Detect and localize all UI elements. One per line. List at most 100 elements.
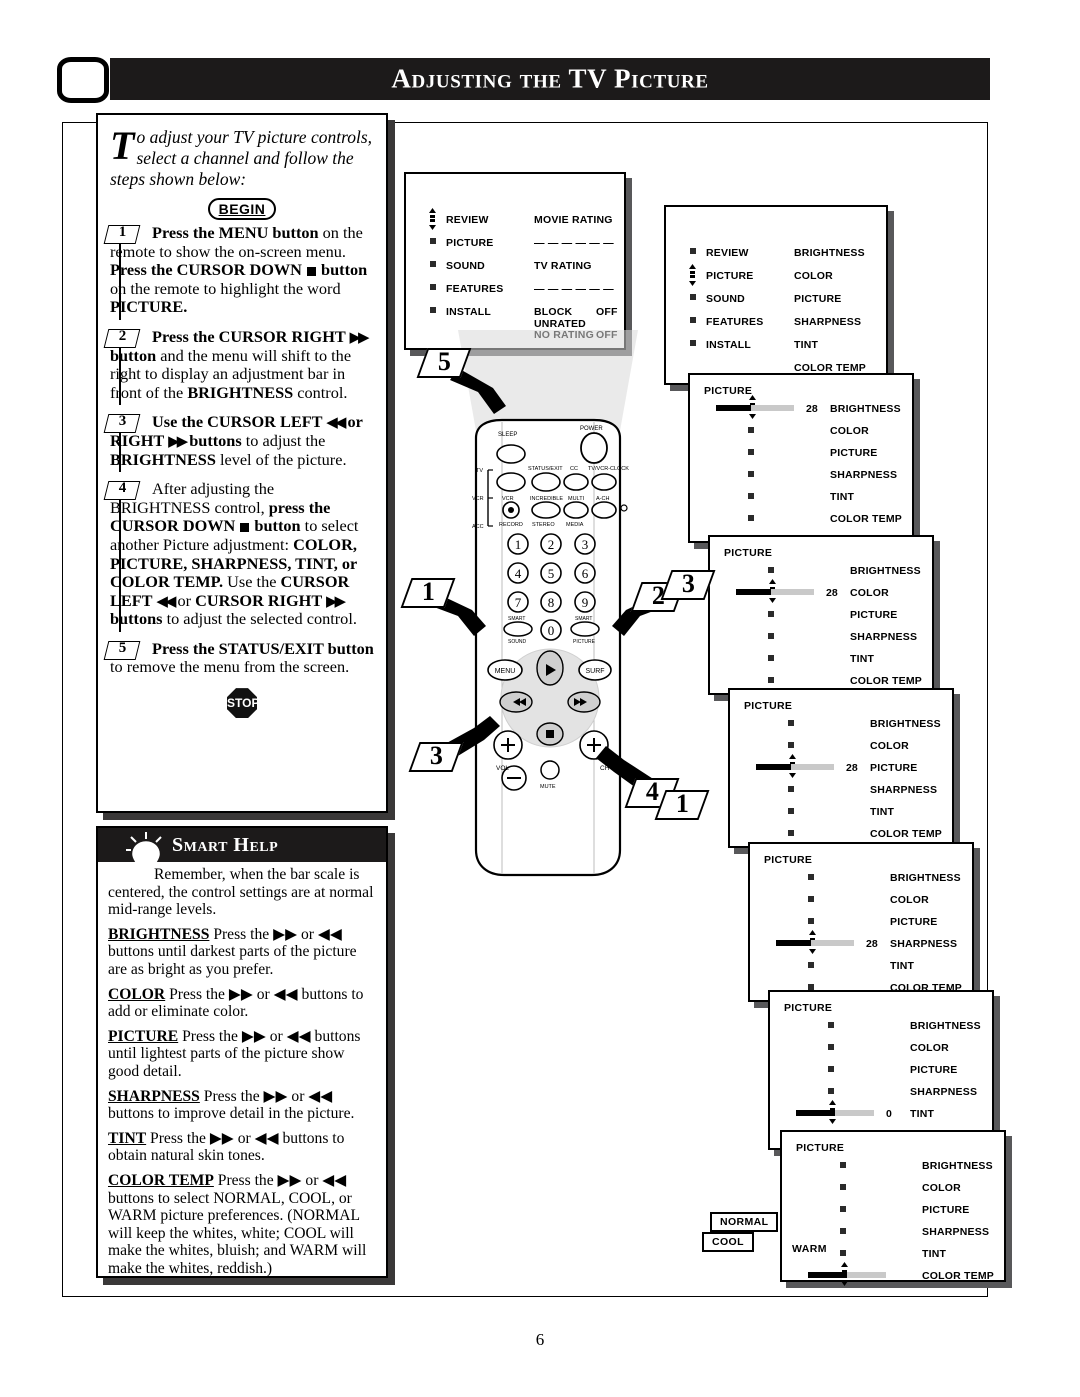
osd-bullet (690, 317, 696, 323)
osd-adjustment-item[interactable]: TINT (850, 653, 874, 665)
osd-submenu-item[interactable]: TV RATING (534, 260, 592, 272)
osd-bullet (808, 896, 814, 902)
remote-callout-3-4: 3 (408, 741, 464, 772)
osd-adjustment-item[interactable]: SHARPNESS (830, 469, 897, 481)
osd-adjustment-item[interactable]: BRIGHTNESS (922, 1160, 993, 1172)
osd-adjustment-bar[interactable] (776, 940, 854, 946)
svg-text:6: 6 (582, 566, 589, 581)
svg-text:7: 7 (515, 595, 522, 610)
osd-adjustment-value: 0 (886, 1108, 892, 1120)
osd-adjustment-item[interactable]: PICTURE (922, 1204, 970, 1216)
osd-submenu-item[interactable]: SHARPNESS (794, 316, 861, 328)
osd-adjustment-item[interactable]: PICTURE (870, 762, 918, 774)
osd-adjustment-item[interactable]: COLOR TEMP (922, 1270, 994, 1282)
osd-adjustment-item[interactable]: COLOR TEMP (850, 675, 922, 687)
osd-menu-item[interactable]: FEATURES (446, 283, 503, 295)
osd-menu-item[interactable]: SOUND (706, 293, 745, 305)
osd-adjustment-item[interactable]: SHARPNESS (922, 1226, 989, 1238)
osd-submenu-item[interactable]: MOVIE RATING (534, 214, 613, 226)
osd-adjustment-item[interactable]: TINT (830, 491, 854, 503)
osd-adjustment-bar[interactable] (716, 405, 794, 411)
osd-adjustment-item[interactable]: SHARPNESS (870, 784, 937, 796)
svg-text:9: 9 (582, 595, 589, 610)
osd-adjustment-bar[interactable] (808, 1272, 886, 1278)
callout-number: 1 (675, 789, 689, 818)
osd-bullet (788, 742, 794, 748)
osd-screen-brightness-adjust: PICTURE 28 BRIGHTNESS COLOR PICTURE SHARPNESS… (688, 373, 914, 543)
osd-adjustment-item[interactable]: COLOR TEMP (870, 828, 942, 840)
osd-submenu-item[interactable]: — — — — — — (534, 283, 614, 295)
osd-submenu-item[interactable]: BRIGHTNESS (794, 247, 865, 259)
page-title: Adjusting the TV Picture (391, 63, 709, 94)
osd-adjustment-item[interactable]: PICTURE (850, 609, 898, 621)
osd-adjustment-item[interactable]: COLOR (890, 894, 929, 906)
osd-submenu-item[interactable]: — — — — — — (534, 237, 614, 249)
osd-menu-item[interactable]: INSTALL (706, 339, 751, 351)
osd-adjustment-item[interactable]: TINT (922, 1248, 946, 1260)
osd-menu-item[interactable]: PICTURE (446, 237, 494, 249)
osd-adjustment-item[interactable]: BRIGHTNESS (850, 565, 921, 577)
osd-adjustment-item[interactable]: COLOR (922, 1182, 961, 1194)
osd-adjustment-bar[interactable] (756, 764, 834, 770)
osd-adjustment-item[interactable]: COLOR (850, 587, 889, 599)
osd-submenu-item[interactable]: PICTURE (794, 293, 842, 305)
osd-adjustment-item[interactable]: PICTURE (830, 447, 878, 459)
osd-bullet (430, 284, 436, 290)
remote-callout-1-1: 1 (400, 577, 456, 608)
svg-text:VOL: VOL (496, 765, 509, 772)
begin-label: BEGIN (207, 198, 277, 220)
osd-adjustment-item[interactable]: TINT (870, 806, 894, 818)
osd-adjustment-item[interactable]: BRIGHTNESS (890, 872, 961, 884)
osd-menu-item[interactable]: INSTALL (446, 306, 491, 318)
osd-adjustment-item[interactable]: PICTURE (910, 1064, 958, 1076)
osd-adjustment-item[interactable]: TINT (910, 1108, 934, 1120)
osd-menu-item[interactable]: FEATURES (706, 316, 763, 328)
osd-adjustment-item[interactable]: BRIGHTNESS (830, 403, 901, 415)
osd-adjustment-item[interactable]: SHARPNESS (850, 631, 917, 643)
osd-adjustment-item[interactable]: COLOR (870, 740, 909, 752)
osd-menu-item[interactable]: REVIEW (706, 247, 749, 259)
svg-text:TV: TV (476, 468, 483, 474)
osd-adjustment-item[interactable]: SHARPNESS (910, 1086, 977, 1098)
smart-help-term: COLOR (108, 985, 166, 1003)
smart-help-entry: SHARPNESS Press the ▶▶ or ◀◀ buttons to … (108, 1088, 376, 1123)
osd-submenu-item[interactable]: COLOR (794, 270, 833, 282)
osd-adjustment-item[interactable]: COLOR TEMP (830, 513, 902, 525)
steps-list: 1 Press the MENU button on the remote to … (103, 223, 374, 677)
smart-help-term: TINT (108, 1129, 147, 1147)
osd-adjustment-item[interactable]: SHARPNESS (890, 938, 957, 950)
step-4: 4 After adjusting the BRIGHTNESS control,… (103, 479, 374, 632)
osd-adjustment-item[interactable]: TINT (890, 960, 914, 972)
osd-bullet (788, 808, 794, 814)
osd-adjustment-item[interactable]: BRIGHTNESS (870, 718, 941, 730)
osd-menu-item[interactable]: REVIEW (446, 214, 489, 226)
osd-adjustment-bar[interactable] (736, 589, 814, 595)
osd-bullet (748, 471, 754, 477)
step-number-badge: 5 (103, 640, 141, 660)
osd-cursor-indicator (688, 264, 697, 286)
osd-adjustment-item[interactable]: PICTURE (890, 916, 938, 928)
osd-menu-item[interactable]: PICTURE (706, 270, 754, 282)
intro-paragraph: To adjust your TV picture controls, sele… (110, 126, 374, 190)
osd-bullet (430, 307, 436, 313)
osd-menu-item[interactable]: SOUND (446, 260, 485, 272)
osd-title: PICTURE (784, 1002, 833, 1014)
osd-adjustment-item[interactable]: COLOR (910, 1042, 949, 1054)
stop-label: STOP (227, 688, 257, 719)
osd-adjustment-item[interactable]: COLOR (830, 425, 869, 437)
color-temp-option-warm[interactable]: WARM (792, 1243, 827, 1255)
osd-cursor-indicator (428, 208, 437, 230)
smart-help-title: Smart Help (172, 834, 279, 856)
color-temp-option-normal[interactable]: NORMAL (710, 1212, 779, 1232)
osd-submenu-value: OFF (596, 306, 618, 318)
osd-adjustment-bar[interactable] (796, 1110, 874, 1116)
osd-adjustment-item[interactable]: BRIGHTNESS (910, 1020, 981, 1032)
step-text: Press the CURSOR RIGHT ▶▶ button and the… (110, 326, 370, 402)
osd-bullet (690, 248, 696, 254)
osd-submenu-item[interactable]: TINT (794, 339, 818, 351)
svg-text:MEDIA: MEDIA (566, 522, 584, 528)
osd-bullet (768, 567, 774, 573)
osd-bullet (430, 238, 436, 244)
color-temp-option-cool[interactable]: COOL (702, 1232, 754, 1252)
svg-text:SMART: SMART (508, 616, 525, 622)
